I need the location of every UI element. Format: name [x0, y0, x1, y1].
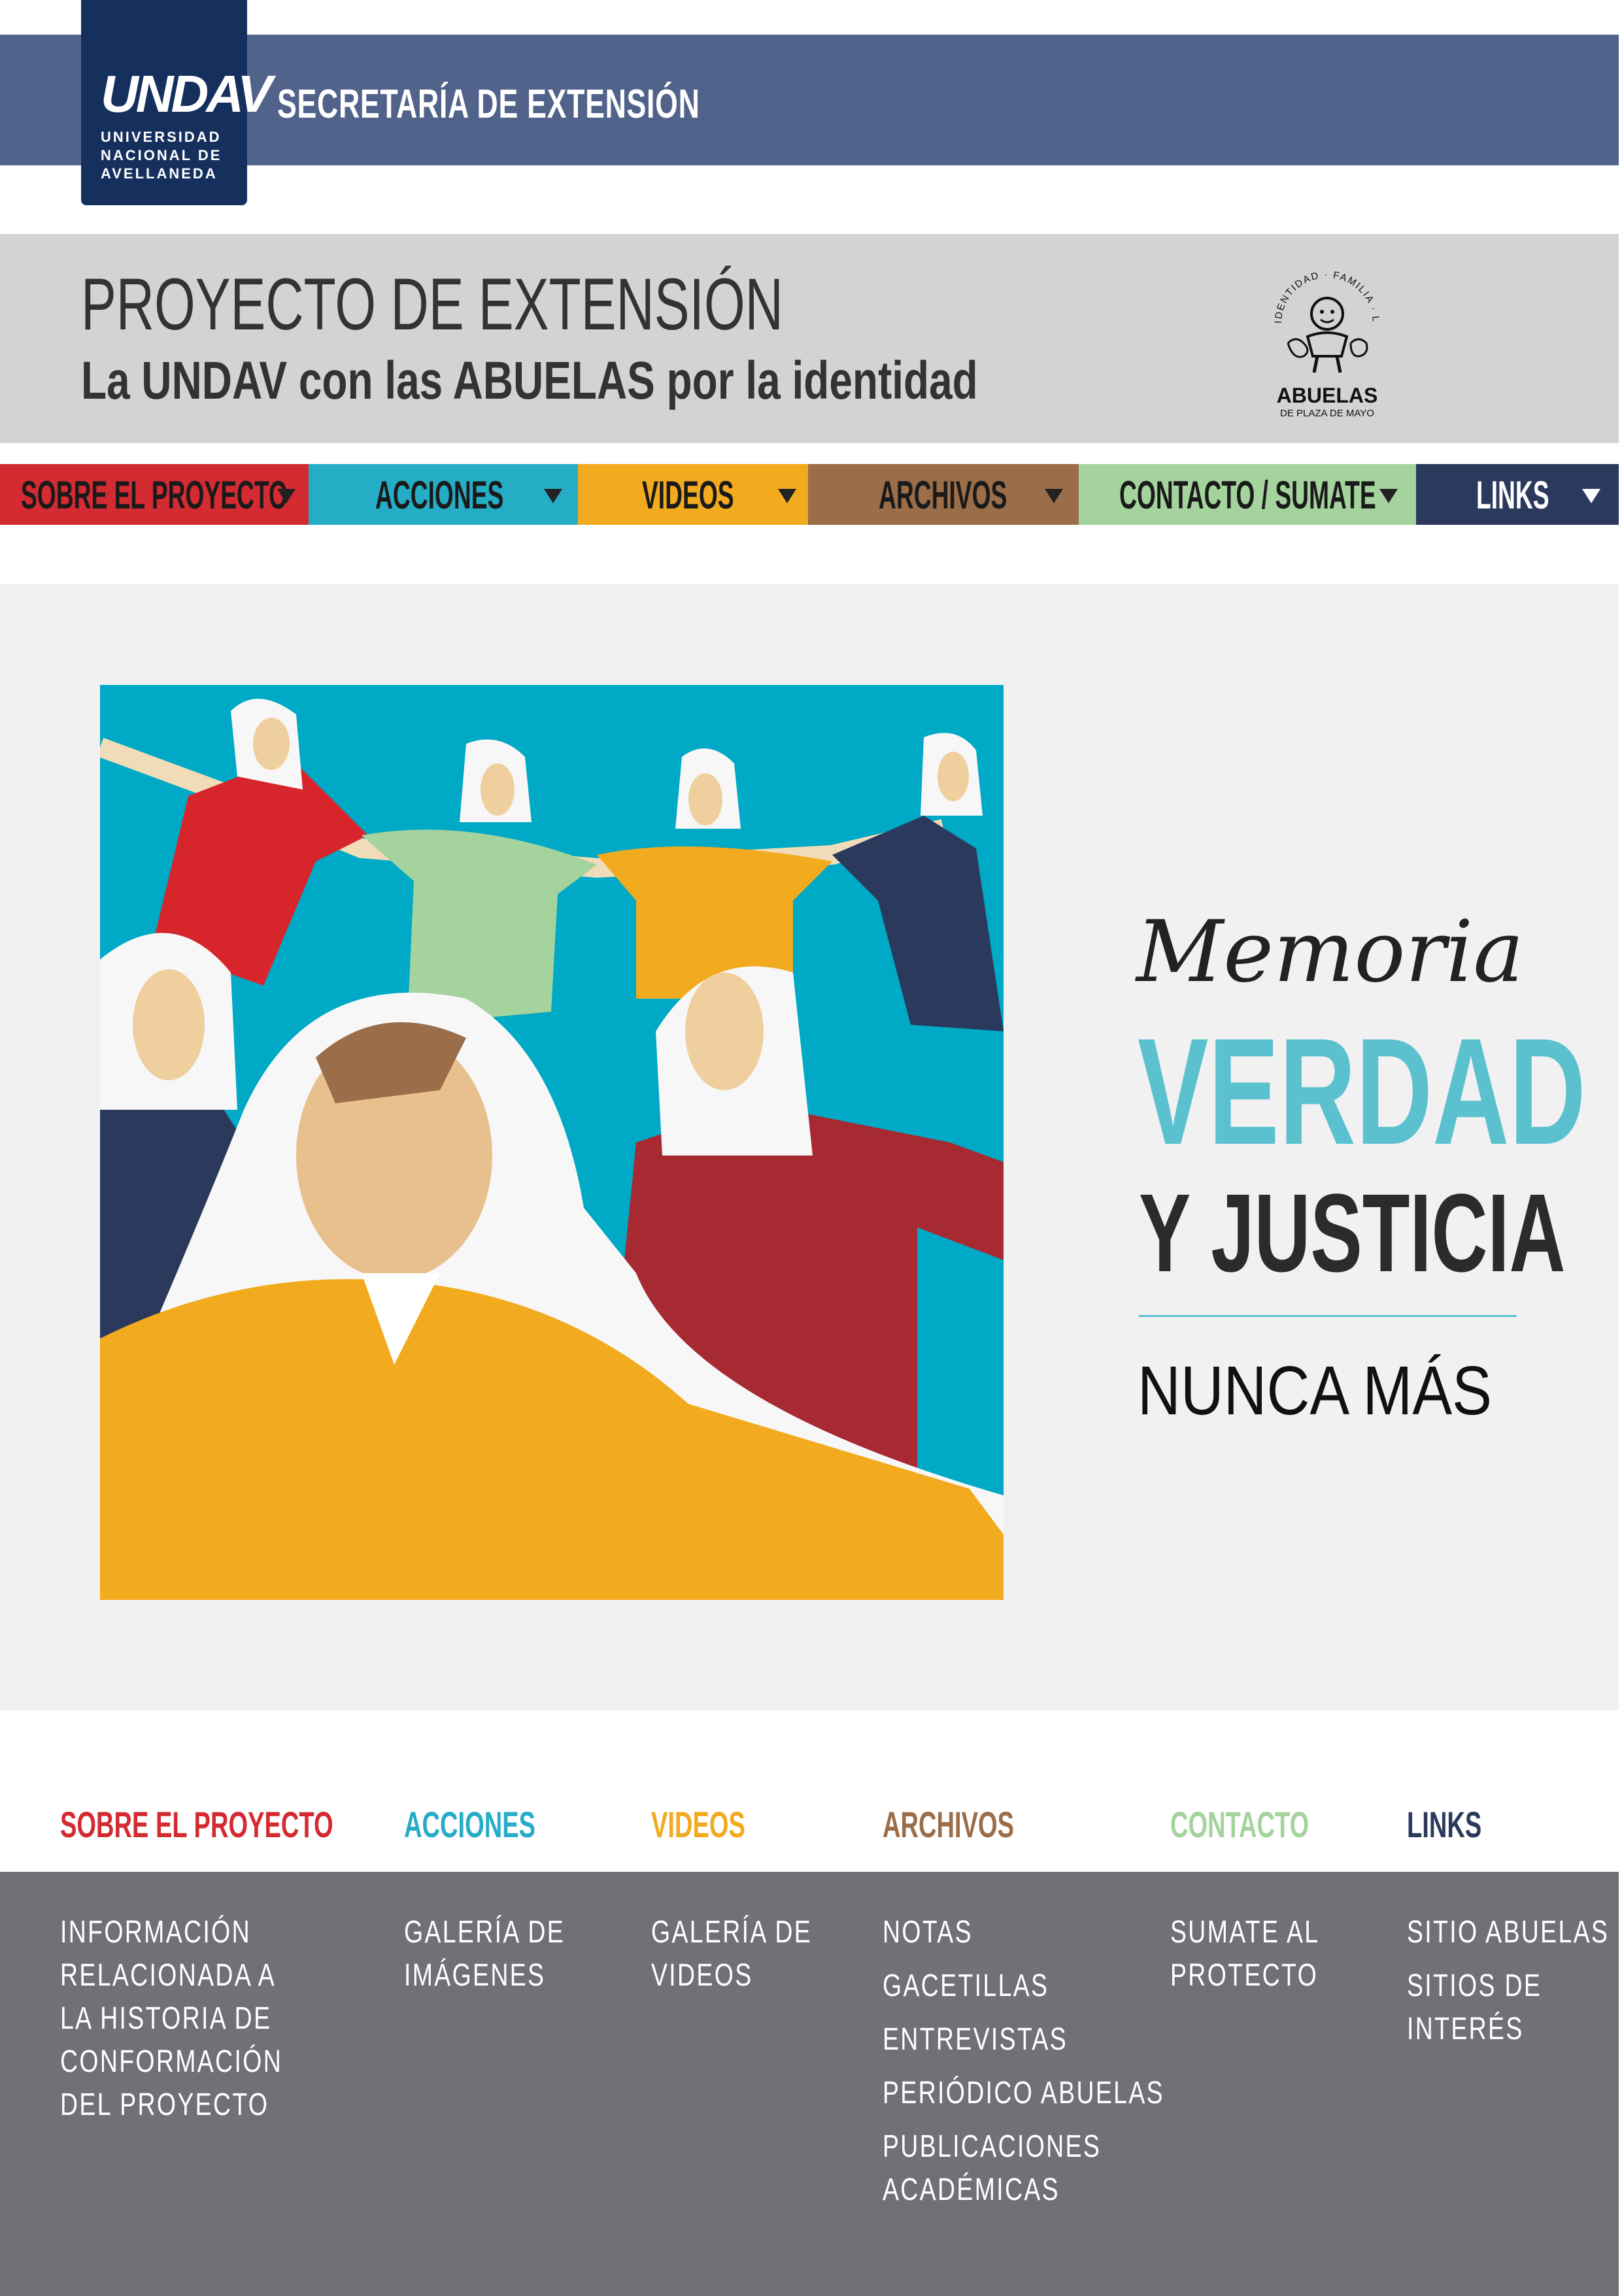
footer-heading-archivos[interactable]: ARCHIVOS: [883, 1806, 1014, 1843]
slogan-justicia: Y JUSTICIA: [1139, 1171, 1566, 1295]
undav-logo[interactable]: UNDAV UNIVERSIDAD NACIONAL DE AVELLANEDA: [81, 0, 273, 205]
nav-label: VIDEOS: [642, 473, 734, 517]
footer-link[interactable]: SITIO ABUELAS: [1407, 1911, 1609, 1954]
chevron-down-icon: [778, 489, 796, 503]
footer-column-acciones: GALERÍA DE IMÁGENES: [404, 1911, 610, 1997]
slogan-memoria: Memoria: [1136, 902, 1524, 1001]
footer-heading-acciones[interactable]: ACCIONES: [404, 1806, 535, 1843]
abuelas-place: DE PLAZA DE MAYO: [1280, 408, 1374, 419]
footer-link[interactable]: GALERÍA DE: [404, 1911, 565, 1954]
footer-heading-videos[interactable]: VIDEOS: [651, 1806, 745, 1843]
chevron-down-icon: [277, 489, 296, 503]
project-subtitle: La UNDAV con las ABUELAS por la identida…: [81, 351, 978, 410]
footer-link[interactable]: RELACIONADA A: [60, 1954, 282, 1997]
footer-heading-sobre-el-proyecto[interactable]: SOBRE EL PROYECTO: [60, 1806, 333, 1843]
abuelas-logo[interactable]: IDENTIDAD · FAMILIA · LIBERTAD ABUELAS D…: [1242, 252, 1412, 428]
footer-link[interactable]: ENTREVISTAS: [883, 2018, 1164, 2061]
footer-link[interactable]: PUBLICACIONES: [883, 2125, 1164, 2169]
abuelas-name: ABUELAS: [1276, 384, 1378, 407]
nav-archivos[interactable]: ARCHIVOS: [808, 464, 1079, 525]
abuelas-emblem-icon: IDENTIDAD · FAMILIA · LIBERTAD: [1262, 252, 1380, 373]
nav-label: ARCHIVOS: [879, 473, 1007, 517]
nav-label: SOBRE EL PROYECTO: [21, 473, 288, 517]
nav-label: LINKS: [1476, 473, 1549, 517]
footer-link[interactable]: SUMATE AL: [1170, 1911, 1319, 1954]
footer-link[interactable]: GACETILLAS: [883, 1965, 1164, 2008]
footer-link[interactable]: PROTECTO: [1170, 1954, 1319, 1997]
nav-label: CONTACTO / SUMATE: [1119, 473, 1376, 517]
chevron-down-icon: [1582, 489, 1600, 503]
footer-link[interactable]: ACADÉMICAS: [883, 2169, 1164, 2212]
abuelas-illustration: [100, 685, 1004, 1600]
footer-column-links: SITIO ABUELAS SITIOS DE INTERÉS: [1407, 1911, 1622, 2051]
nav-label: ACCIONES: [375, 473, 504, 517]
footer-link[interactable]: IMÁGENES: [404, 1954, 565, 1997]
footer-column-sobre-el-proyecto: INFORMACIÓN RELACIONADA A LA HISTORIA DE…: [60, 1911, 345, 2127]
slogan-divider: [1139, 1315, 1517, 1317]
chevron-down-icon: [1045, 489, 1063, 503]
slogan-verdad: VERDAD: [1138, 1007, 1586, 1176]
nav-links[interactable]: LINKS: [1416, 464, 1619, 525]
footer-link[interactable]: LA HISTORIA DE: [60, 1997, 282, 2040]
footer-link[interactable]: DEL PROYECTO: [60, 2084, 282, 2127]
nav-acciones[interactable]: ACCIONES: [309, 464, 578, 525]
undav-logo-mark: UNDAV: [101, 65, 273, 123]
slogan-nunca-mas: NUNCA MÁS: [1138, 1352, 1492, 1429]
footer-column-videos: GALERÍA DE VIDEOS: [651, 1911, 857, 1997]
footer-link[interactable]: NOTAS: [883, 1911, 1164, 1954]
footer-link[interactable]: GALERÍA DE: [651, 1911, 812, 1954]
footer-heading-contacto[interactable]: CONTACTO: [1170, 1806, 1309, 1843]
footer-link[interactable]: SITIOS DE: [1407, 1965, 1609, 2008]
undav-logo-subtitle: UNIVERSIDAD NACIONAL DE AVELLANEDA: [101, 129, 222, 182]
footer-link[interactable]: CONFORMACIÓN: [60, 2040, 282, 2084]
chevron-down-icon: [1379, 489, 1398, 503]
footer-link[interactable]: PERIÓDICO ABUELAS: [883, 2072, 1164, 2115]
secretaria-title: SECRETARÍA DE EXTENSIÓN: [277, 82, 700, 127]
chevron-down-icon: [544, 489, 562, 503]
nav-videos[interactable]: VIDEOS: [578, 464, 808, 525]
footer-link[interactable]: INFORMACIÓN: [60, 1911, 282, 1954]
footer-heading-links[interactable]: LINKS: [1407, 1806, 1481, 1843]
nav-contacto-sumate[interactable]: CONTACTO / SUMATE: [1079, 464, 1416, 525]
footer-column-contacto: SUMATE AL PROTECTO: [1170, 1911, 1362, 1997]
footer-link[interactable]: INTERÉS: [1407, 2008, 1609, 2051]
main-nav: SOBRE EL PROYECTO ACCIONES VIDEOS ARCHIV…: [0, 464, 1619, 525]
nav-sobre-el-proyecto[interactable]: SOBRE EL PROYECTO: [0, 464, 309, 525]
project-title: PROYECTO DE EXTENSIÓN: [81, 263, 783, 345]
footer-link[interactable]: VIDEOS: [651, 1954, 812, 1997]
